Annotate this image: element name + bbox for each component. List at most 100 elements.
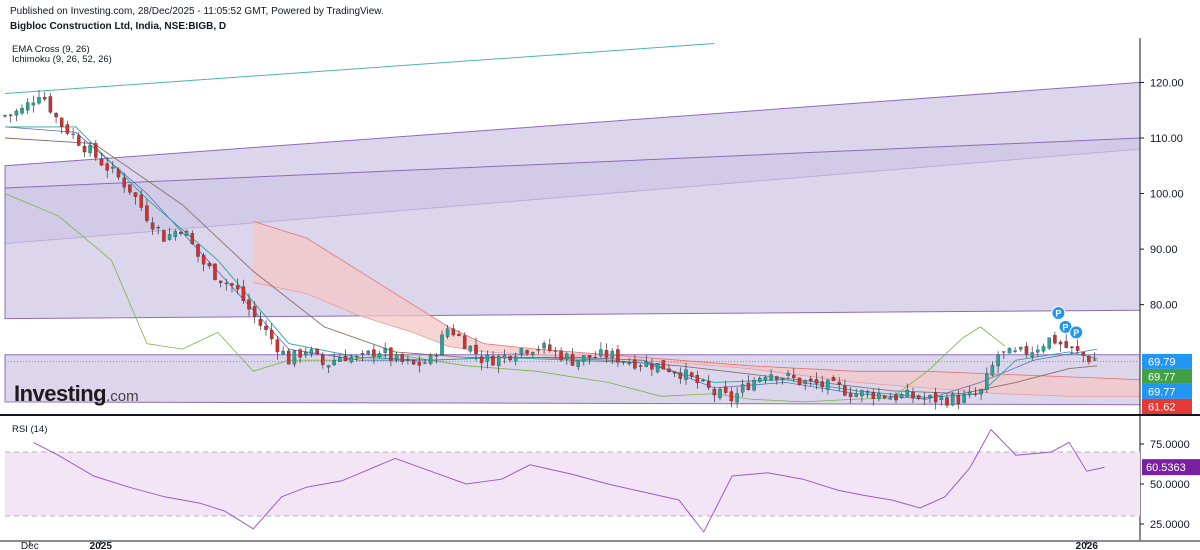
candle-body <box>752 380 756 391</box>
candle-body <box>803 380 807 385</box>
candle-body <box>593 357 597 359</box>
candle-body <box>54 113 58 118</box>
candle-body <box>269 329 274 340</box>
candle-body <box>1013 350 1017 352</box>
candle-body <box>865 391 870 394</box>
candle-body <box>173 231 178 238</box>
candle-body <box>848 393 853 398</box>
candle-body <box>1030 352 1034 357</box>
candle-body <box>230 283 234 286</box>
candle-body <box>604 350 609 358</box>
candle-body <box>150 222 155 230</box>
candle-body <box>122 177 126 188</box>
candle-body <box>133 192 138 197</box>
candle-body <box>1075 346 1080 351</box>
candle-body <box>451 328 456 336</box>
candle-body <box>553 350 558 352</box>
x-tick-label: 2025 <box>90 541 113 550</box>
candle-body <box>258 319 263 326</box>
candle-body <box>298 349 302 358</box>
candle-body <box>275 339 280 353</box>
candle-body <box>723 386 728 393</box>
candle-body <box>247 299 251 310</box>
candle-body <box>82 145 87 153</box>
y-tick-label: 120.00 <box>1150 77 1184 89</box>
candle-body <box>281 350 285 355</box>
candle-body <box>14 110 19 116</box>
candle-body <box>882 395 887 399</box>
candle-body <box>1019 346 1023 350</box>
candle-body <box>820 381 824 388</box>
candle-body <box>139 194 143 208</box>
trend-line <box>4 43 715 95</box>
candle-body <box>292 350 297 365</box>
candle-body <box>587 355 592 359</box>
candle-body <box>814 379 819 384</box>
candle-body <box>570 353 575 366</box>
candle-body <box>979 389 983 395</box>
y-tick-label: 110.00 <box>1150 133 1183 145</box>
candle-body <box>548 344 552 351</box>
candle-body <box>809 378 813 381</box>
y-tick-label: 90.00 <box>1150 244 1178 256</box>
candle-body <box>837 381 841 385</box>
candle-body <box>343 355 348 361</box>
logo-suffix: .com <box>106 388 139 405</box>
candle-body <box>355 356 359 358</box>
candle-body <box>786 373 790 376</box>
candle-body <box>701 380 705 382</box>
candle-body <box>423 362 427 364</box>
candle-body <box>905 389 910 397</box>
candle-body <box>1007 348 1012 354</box>
candle-body <box>1024 346 1029 355</box>
rsi-band <box>5 452 1140 516</box>
candle-body <box>746 382 751 390</box>
candle-body <box>99 158 104 166</box>
candle-body <box>213 263 217 281</box>
candle-body <box>831 377 836 382</box>
candle-body <box>31 102 36 106</box>
candle-body <box>740 384 745 393</box>
candle-body <box>542 343 546 349</box>
candle-body <box>372 349 376 357</box>
candle-body <box>769 374 773 380</box>
candle-body <box>224 282 229 284</box>
investing-logo: Investing.com <box>14 381 139 407</box>
candle-body <box>1092 359 1097 361</box>
candle-body <box>3 115 7 117</box>
candle-body <box>638 365 643 367</box>
candle-body <box>252 306 257 318</box>
candle-body <box>633 359 637 369</box>
candle-body <box>531 352 535 355</box>
candle-body <box>797 377 802 385</box>
candle-body <box>922 398 927 400</box>
price-chart[interactable]: PPP 120.00110.00100.0090.0080.00Dec 2025 2… <box>0 0 1200 550</box>
candle-body <box>71 133 75 135</box>
candle-body <box>389 347 393 361</box>
candle-body <box>201 255 206 265</box>
candle-body <box>406 359 410 361</box>
candle-body <box>1070 346 1074 348</box>
candle-body <box>1041 346 1046 352</box>
candle-body <box>315 348 319 355</box>
candle-body <box>88 145 92 154</box>
candle-body <box>235 285 240 290</box>
pattern-marker-label: P <box>1055 309 1061 319</box>
candle-body <box>644 361 649 367</box>
candle-body <box>156 227 160 229</box>
candle-body <box>377 353 382 358</box>
candle-body <box>712 388 717 396</box>
candle-body <box>689 372 694 377</box>
candle-body <box>264 325 268 330</box>
candle-body <box>190 233 195 245</box>
candle-body <box>871 392 876 399</box>
pattern-marker-label: P <box>1062 322 1068 332</box>
candle-body <box>650 364 654 370</box>
candle-body <box>911 392 915 399</box>
rsi-pane: 75.0000 50.0000 25.0000 <box>5 428 1190 533</box>
candle-body <box>207 263 212 267</box>
candle-body <box>843 385 847 396</box>
candle-body <box>565 353 569 360</box>
candle-body <box>1047 337 1051 349</box>
candle-body <box>616 349 620 363</box>
